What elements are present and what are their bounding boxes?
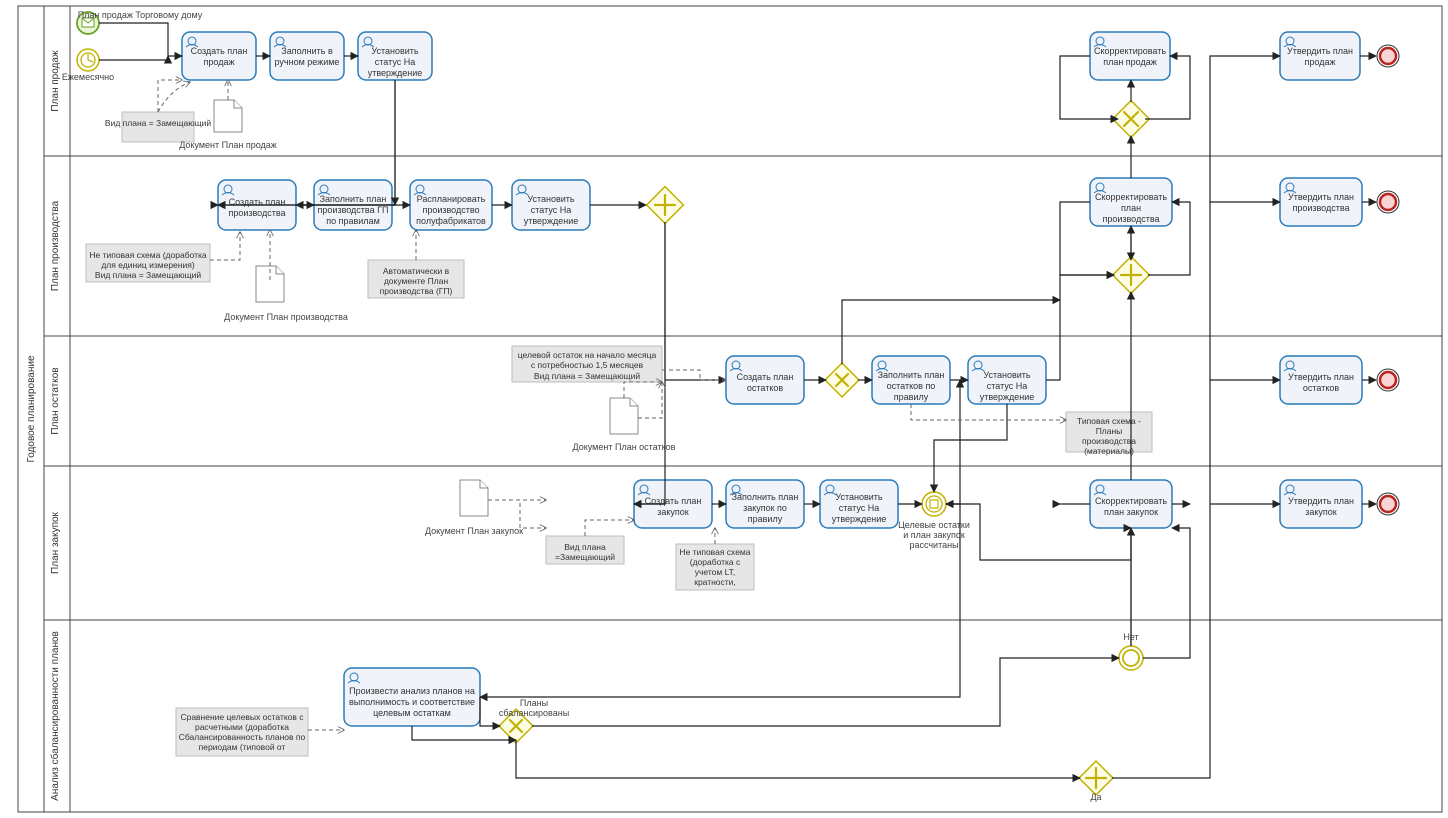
svg-text:Установитьстатус Наутверждение: Установитьстатус Наутверждение — [980, 370, 1035, 402]
gateway-stock-x — [825, 363, 859, 397]
svg-text:Установитьстатус Наутверждение: Установитьстатус Наутверждение — [368, 46, 423, 78]
task-purch-fill: Заполнить планзакупок поправилу — [726, 480, 804, 528]
doc-purch — [460, 480, 488, 516]
doc-sales — [214, 100, 242, 132]
svg-text:Планысбалансированы: Планысбалансированы — [499, 698, 569, 718]
task-sales-create: Создать планпродаж — [182, 32, 256, 80]
start-timer-event — [77, 49, 99, 71]
svg-text:Автоматически вдокументе Планп: Автоматически вдокументе Планпроизводств… — [380, 266, 453, 296]
task-stock-approve: Утвердить планостатков — [1280, 356, 1362, 404]
svg-text:Утвердить планпроизводства: Утвердить планпроизводства — [1288, 192, 1354, 213]
bpmn-diagram: Годовое планирование План продаж План пр… — [0, 0, 1448, 818]
pool-title: Годовое планирование — [26, 355, 37, 462]
task-prod-semi: Распланироватьпроизводствополуфабрикатов — [410, 180, 492, 230]
svg-text:Распланироватьпроизводствополу: Распланироватьпроизводствополуфабрикатов — [416, 194, 486, 226]
task-prod-status: Установитьстатус Наутверждение — [512, 180, 590, 230]
svg-text:Скорректироватьплан закупок: Скорректироватьплан закупок — [1095, 496, 1167, 517]
end-event-prod — [1377, 191, 1399, 213]
task-purch-correct: Скорректироватьплан закупок — [1090, 480, 1172, 528]
annotation-prod-auto: Автоматически вдокументе Планпроизводств… — [368, 260, 464, 298]
task-stock-status: Установитьстатус Наутверждение — [968, 356, 1046, 404]
svg-text:Создать планпроизводства: Создать планпроизводства — [228, 197, 285, 218]
gateway-balance-no — [1119, 646, 1143, 670]
svg-text:Целевые остаткии план закупокр: Целевые остаткии план закупокрассчитаны — [898, 520, 970, 550]
svg-text:Не типовая схема (доработкадля: Не типовая схема (доработкадля единиц из… — [89, 250, 207, 280]
annotation-sales-type: Вид плана = Замещающий — [105, 112, 211, 142]
svg-text:Заполнить планпроизводства ГПп: Заполнить планпроизводства ГПпо правилам — [318, 194, 389, 226]
task-purch-approve: Утвердить планзакупок — [1280, 480, 1362, 528]
gateway-prod-join — [1113, 257, 1150, 294]
svg-text:целевой остаток на начало меся: целевой остаток на начало месяцас потреб… — [518, 350, 657, 381]
task-stock-fill: Заполнить планостатков поправилу — [872, 356, 950, 404]
task-sales-correct: Скорректироватьплан продаж — [1090, 32, 1170, 80]
lane-title-balance: Анализ сбалансированности планов — [49, 631, 61, 801]
doc-stock-label: Документ План остатков — [573, 442, 676, 452]
task-stock-create: Создать планостатков — [726, 356, 804, 404]
lane-title-stock: План остатков — [50, 367, 61, 434]
end-event-purch — [1377, 493, 1399, 515]
annotation-purch-type: Вид плана=Замещающий — [546, 536, 624, 564]
doc-stock — [610, 398, 638, 434]
intermediate-event-purch — [922, 492, 946, 516]
gateway-prod-split — [647, 187, 684, 224]
lane-title-sales: План продаж — [50, 50, 61, 112]
start-timer-label: Ежемесячно — [62, 72, 114, 82]
task-sales-status: Установитьстатус Наутверждение — [358, 32, 432, 80]
task-prod-correct: Скорректироватьпланпроизводства — [1090, 178, 1172, 226]
annotation-prod-scheme: Не типовая схема (доработкадля единиц из… — [86, 244, 210, 282]
task-sales-approve: Утвердить планпродаж — [1280, 32, 1360, 80]
svg-text:Скорректироватьплан продаж: Скорректироватьплан продаж — [1094, 46, 1166, 67]
annotation-purch-scheme: Не типовая схема(доработка сучетом LT,кр… — [676, 544, 754, 590]
task-balance: Произвести анализ планов навыполнимость … — [344, 668, 480, 726]
doc-prod-label: Документ План производства — [224, 312, 348, 322]
end-event-sales — [1377, 45, 1399, 67]
svg-text:Заполнить вручном режиме: Заполнить вручном режиме — [275, 46, 340, 67]
task-prod-approve: Утвердить планпроизводства — [1280, 178, 1362, 226]
start-message-label: План продаж Торговому дому — [78, 10, 203, 20]
task-sales-fill: Заполнить вручном режиме — [270, 32, 344, 80]
end-event-stock — [1377, 369, 1399, 391]
lane-title-prod: План производства — [50, 200, 61, 291]
gateway-sales-x — [1113, 101, 1150, 138]
svg-text:Установитьстатус Наутверждение: Установитьстатус Наутверждение — [832, 492, 887, 524]
doc-purch-label: Документ План закупок — [425, 526, 523, 536]
annotation-stock-top: целевой остаток на начало месяцас потреб… — [512, 346, 662, 382]
lane-title-purch: План закупок — [50, 511, 61, 573]
doc-sales-label: Документ План продаж — [179, 140, 277, 150]
lanes: План продаж План производства План остат… — [44, 6, 1442, 812]
annotation-balance: Сравнение целевых остатков срасчетными (… — [176, 708, 308, 756]
annotation-stock-scheme: Типовая схема -Планыпроизводства(материа… — [1066, 412, 1152, 456]
svg-text:Вид плана = Замещающий: Вид плана = Замещающий — [105, 118, 211, 128]
label-yes: Да — [1090, 792, 1101, 802]
gateway-balance-yes — [1079, 761, 1113, 795]
svg-text:Установитьстатус Наутверждение: Установитьстатус Наутверждение — [524, 194, 579, 226]
task-purch-status: Установитьстатус Наутверждение — [820, 480, 898, 528]
